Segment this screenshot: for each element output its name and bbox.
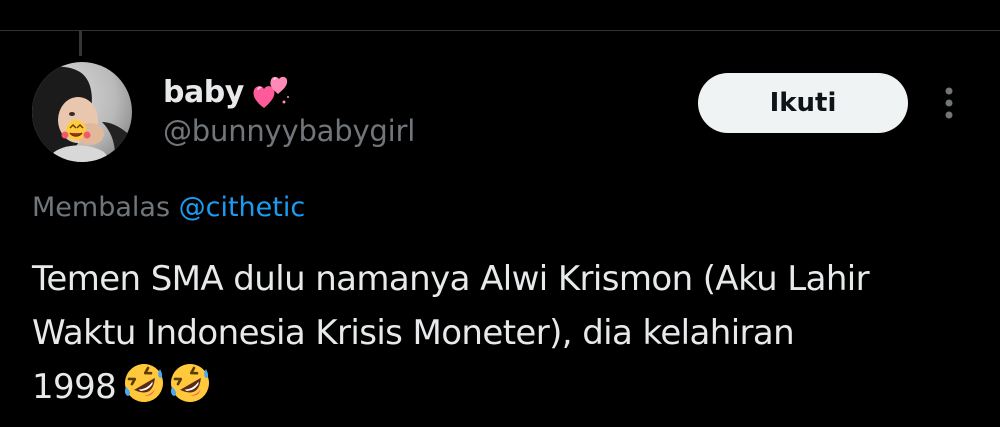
- thread-connector-line: [79, 31, 82, 56]
- avatar-photo: [32, 62, 132, 162]
- two-hearts-emoji: [252, 72, 292, 112]
- rolling-on-floor-laughing-emoji: [171, 364, 210, 402]
- username-handle[interactable]: @bunnyybabygirl: [163, 114, 415, 148]
- tweet-text-line: Temen SMA dulu namanya Alwi Krismon (Aku…: [32, 259, 870, 299]
- avatar[interactable]: [32, 62, 132, 162]
- display-name[interactable]: baby: [163, 75, 244, 110]
- tweet-text: Temen SMA dulu namanya Alwi Krismon (Aku…: [32, 252, 982, 414]
- rolling-on-floor-laughing-emoji: [125, 364, 164, 402]
- reply-prefix: Membalas: [32, 192, 171, 223]
- more-options-button[interactable]: [930, 82, 968, 124]
- tweet-text-line-last: 1998: [32, 360, 982, 414]
- tweet-emojis: [122, 361, 212, 405]
- tweet-text-line: Waktu Indonesia Krisis Moneter), dia kel…: [32, 313, 795, 353]
- author-name-row[interactable]: baby: [163, 72, 292, 112]
- tweet-text-year: 1998: [32, 367, 117, 407]
- follow-button[interactable]: Ikuti: [698, 73, 908, 133]
- more-vertical-icon: [945, 87, 953, 119]
- top-divider: [0, 30, 1000, 31]
- reply-context: Membalas @cithetic: [32, 192, 305, 223]
- reply-handle-link[interactable]: @cithetic: [179, 192, 306, 223]
